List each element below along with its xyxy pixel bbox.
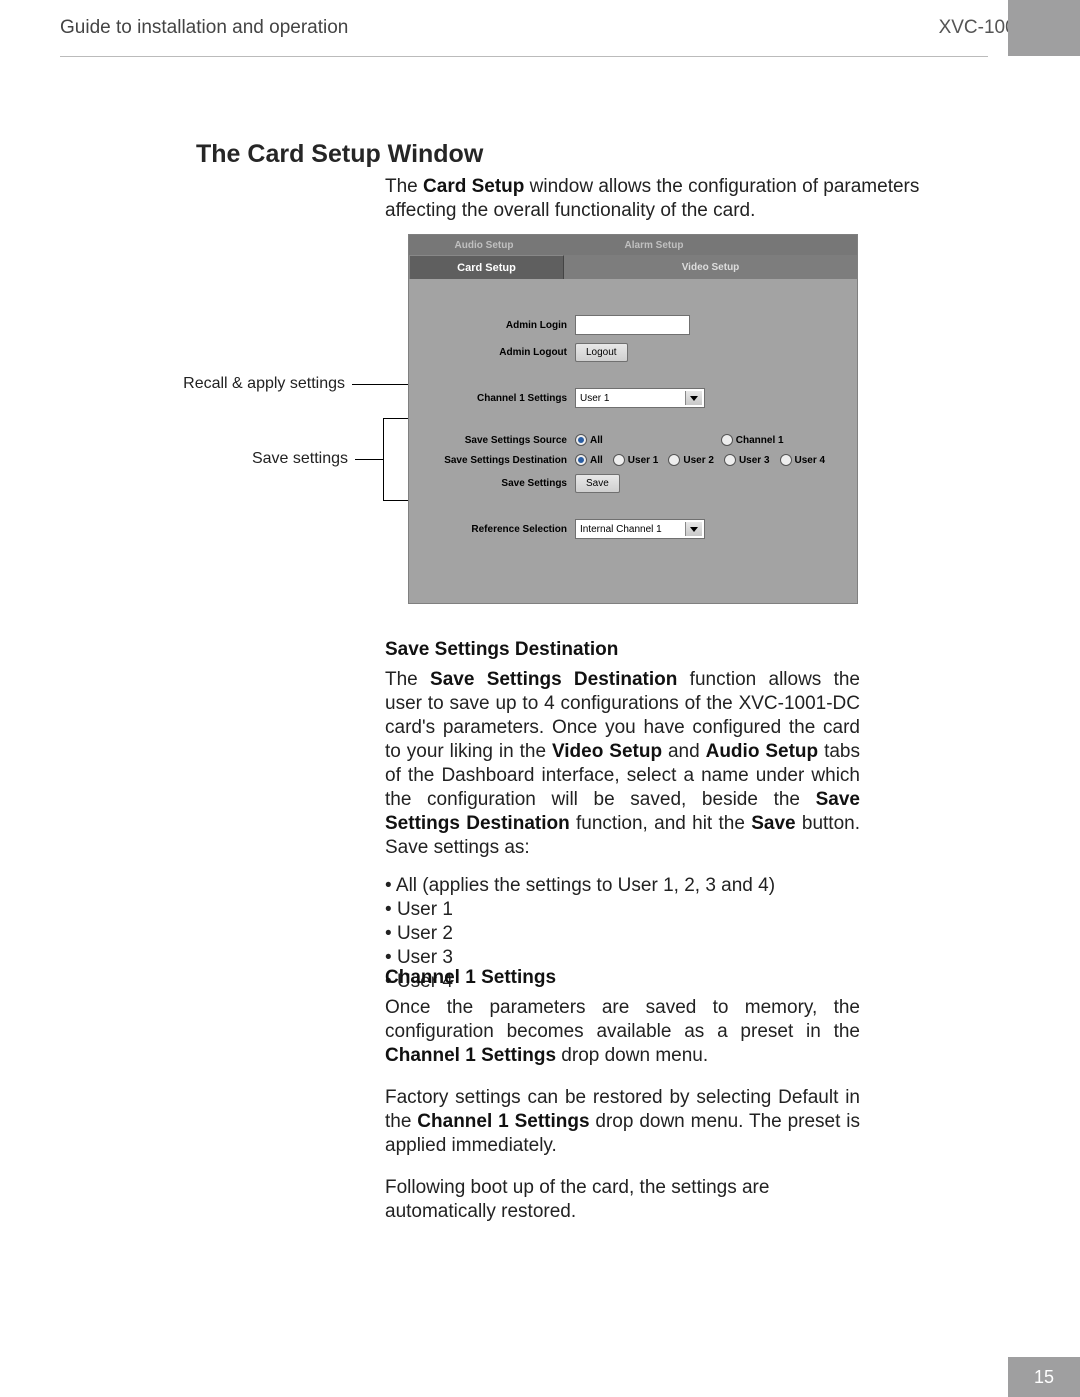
page-number: 15 (1008, 1357, 1080, 1397)
row-save-dest: Save Settings Destination All User 1 Use… (427, 454, 839, 466)
row-reference: Reference Selection Internal Channel 1 (427, 519, 839, 539)
intro-bold: Card Setup (423, 176, 524, 197)
label-ch1-settings: Channel 1 Settings (427, 393, 575, 404)
radio-dest-all-label: All (590, 455, 603, 466)
subhead-ch1: Channel 1 Settings (385, 966, 860, 990)
bullet-item: User 1 (385, 898, 860, 922)
page-title: The Card Setup Window (196, 140, 483, 169)
radio-source-ch1[interactable]: Channel 1 (721, 434, 784, 446)
callout-save-brace-top (383, 418, 408, 419)
tab-alarm-setup[interactable]: Alarm Setup (579, 235, 729, 255)
tab-audio-setup[interactable]: Audio Setup (409, 235, 559, 255)
para-ch1-1: Once the parameters are saved to memory,… (385, 996, 860, 1068)
callout-save: Save settings (178, 450, 348, 468)
radio-dot-icon (721, 434, 733, 446)
ch1-settings-value: User 1 (580, 393, 609, 404)
label-save-settings: Save Settings (427, 478, 575, 489)
radio-dest-u2[interactable]: User 2 (668, 454, 714, 466)
label-admin-logout: Admin Logout (427, 347, 575, 358)
callout-recall: Recall & apply settings (130, 375, 345, 393)
intro-paragraph: The Card Setup window allows the configu… (385, 175, 945, 223)
radio-dest-u3-label: User 3 (739, 455, 770, 466)
radio-dot-icon (575, 454, 587, 466)
subhead-save-settings: Save Settings Destination (385, 638, 860, 662)
row-ch1-settings: Channel 1 Settings User 1 (427, 388, 839, 408)
radio-dest-u4[interactable]: User 4 (780, 454, 826, 466)
tab-row-front: Card Setup Video Setup (409, 255, 857, 279)
header-rule (60, 56, 988, 57)
row-save-settings: Save Settings Save (427, 474, 839, 493)
row-save-source: Save Settings Source All Channel 1 (427, 434, 839, 446)
bullet-item: All (applies the settings to User 1, 2, … (385, 874, 860, 898)
radio-source-all[interactable]: All (575, 434, 603, 446)
radio-source-all-label: All (590, 435, 603, 446)
callout-recall-line (352, 384, 408, 385)
callout-save-brace-bot (383, 500, 408, 501)
header-left: Guide to installation and operation (60, 17, 348, 39)
tab-video-setup[interactable]: Video Setup (564, 255, 857, 279)
radio-source-ch1-label: Channel 1 (736, 435, 784, 446)
callout-save-line (355, 459, 383, 460)
section-ch1: Channel 1 Settings Once the parameters a… (385, 966, 860, 1224)
admin-login-input[interactable] (575, 315, 690, 335)
header-accent-block (1008, 0, 1080, 56)
radio-dest-all[interactable]: All (575, 454, 603, 466)
ch1-settings-select[interactable]: User 1 (575, 388, 705, 408)
card-setup-panel: Audio Setup Alarm Setup Card Setup Video… (408, 234, 858, 604)
save-button[interactable]: Save (575, 474, 620, 493)
reference-select[interactable]: Internal Channel 1 (575, 519, 705, 539)
label-admin-login: Admin Login (427, 320, 575, 331)
radio-dot-icon (575, 434, 587, 446)
radio-dest-u2-label: User 2 (683, 455, 714, 466)
panel-body: Admin Login Admin Logout Logout Channel … (409, 279, 857, 603)
para-save-settings: The Save Settings Destination function a… (385, 668, 860, 860)
row-admin-logout: Admin Logout Logout (427, 343, 839, 362)
radio-dot-icon (780, 454, 792, 466)
logout-button[interactable]: Logout (575, 343, 628, 362)
label-save-dest: Save Settings Destination (427, 455, 575, 466)
radio-dot-icon (668, 454, 680, 466)
callout-save-brace (383, 418, 384, 500)
reference-value: Internal Channel 1 (580, 524, 662, 535)
chevron-down-icon (690, 396, 698, 401)
label-save-source: Save Settings Source (427, 435, 575, 446)
radio-dest-u4-label: User 4 (795, 455, 826, 466)
chevron-down-icon (690, 527, 698, 532)
label-reference: Reference Selection (427, 524, 575, 535)
tab-row-back: Audio Setup Alarm Setup (409, 235, 857, 255)
intro-prefix: The (385, 176, 423, 197)
radio-dest-u1-label: User 1 (628, 455, 659, 466)
radio-dest-u3[interactable]: User 3 (724, 454, 770, 466)
radio-dest-u1[interactable]: User 1 (613, 454, 659, 466)
para-ch1-2: Factory settings can be restored by sele… (385, 1086, 860, 1158)
tab-card-setup[interactable]: Card Setup (409, 255, 564, 279)
bullet-item: User 2 (385, 922, 860, 946)
radio-dot-icon (724, 454, 736, 466)
radio-dot-icon (613, 454, 625, 466)
para-ch1-3: Following boot up of the card, the setti… (385, 1176, 860, 1224)
row-admin-login: Admin Login (427, 315, 839, 335)
section-save-settings: Save Settings Destination The Save Setti… (385, 638, 860, 994)
